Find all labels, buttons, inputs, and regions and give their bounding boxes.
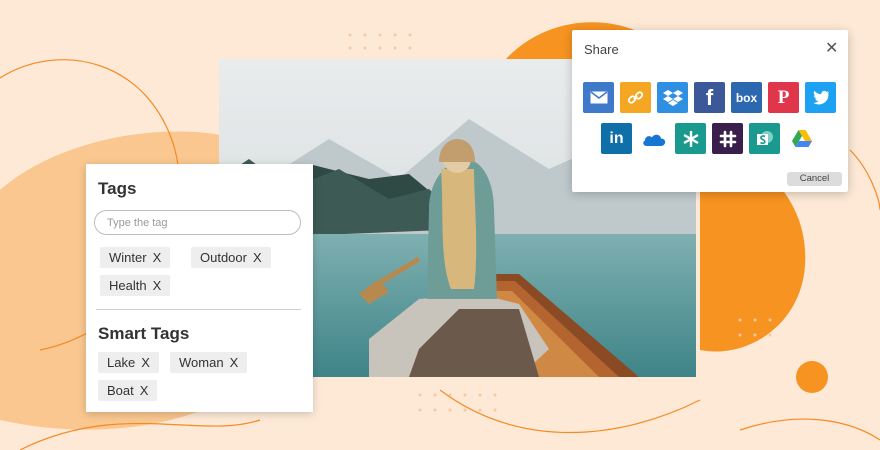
tags-title: Tags: [98, 179, 137, 198]
remove-tag-button[interactable]: X: [153, 250, 162, 265]
slack-icon: [719, 130, 736, 147]
remove-tag-button[interactable]: X: [253, 250, 262, 265]
twitter-icon: [812, 90, 829, 105]
tag-chip-label: Woman: [179, 355, 224, 370]
email-share-button[interactable]: [583, 82, 614, 113]
remove-tag-button[interactable]: X: [140, 383, 149, 398]
smart-tag-chip[interactable]: Boat X: [98, 380, 158, 401]
smart-tag-chip[interactable]: Lake X: [98, 352, 159, 373]
divider: [96, 309, 301, 310]
email-icon: [590, 91, 607, 104]
tag-chip[interactable]: Health X: [100, 275, 171, 296]
box-icon[interactable]: box: [731, 82, 762, 113]
sharefile-icon: [682, 130, 699, 147]
copy-link-button[interactable]: [620, 82, 651, 113]
linkedin-icon[interactable]: in: [601, 123, 632, 154]
tag-input[interactable]: [94, 210, 301, 235]
sharepoint-share-button[interactable]: [749, 123, 780, 154]
dropbox-share-button[interactable]: [657, 82, 688, 113]
sharefile-share-button[interactable]: [675, 123, 706, 154]
twitter-share-button[interactable]: [805, 82, 836, 113]
cancel-button[interactable]: Cancel: [787, 172, 842, 186]
facebook-icon[interactable]: f: [694, 82, 725, 113]
smart-tags-title: Smart Tags: [98, 324, 190, 343]
dropbox-icon: [662, 89, 683, 106]
pinterest-icon[interactable]: P: [768, 82, 799, 113]
smart-tag-chip[interactable]: Woman X: [170, 352, 248, 373]
tag-chip-label: Outdoor: [200, 250, 247, 265]
sharepoint-icon: [756, 130, 773, 145]
share-title: Share: [584, 42, 619, 57]
tag-chip-label: Lake: [107, 355, 136, 370]
remove-tag-button[interactable]: X: [141, 355, 150, 370]
tag-chip-label: Winter: [109, 250, 147, 265]
tag-chip[interactable]: Outdoor X: [191, 247, 271, 268]
close-icon[interactable]: ✕: [825, 38, 838, 58]
remove-tag-button[interactable]: X: [153, 278, 162, 293]
link-icon: [627, 91, 644, 104]
tag-chip-label: Boat: [107, 383, 134, 398]
share-dialog: Share ✕ f box P in Cancel: [572, 30, 848, 192]
tag-chip-label: Health: [109, 278, 147, 293]
remove-tag-button[interactable]: X: [230, 355, 239, 370]
tag-chip[interactable]: Winter X: [100, 247, 171, 268]
google-drive-icon: [791, 129, 812, 147]
slack-share-button[interactable]: [712, 123, 743, 154]
tags-panel: Tags Winter X Outdoor X Health X Smart Tags…: [86, 164, 313, 412]
onedrive-icon: [642, 134, 665, 146]
google-drive-share-button[interactable]: [786, 123, 817, 154]
onedrive-share-button[interactable]: [638, 123, 669, 154]
